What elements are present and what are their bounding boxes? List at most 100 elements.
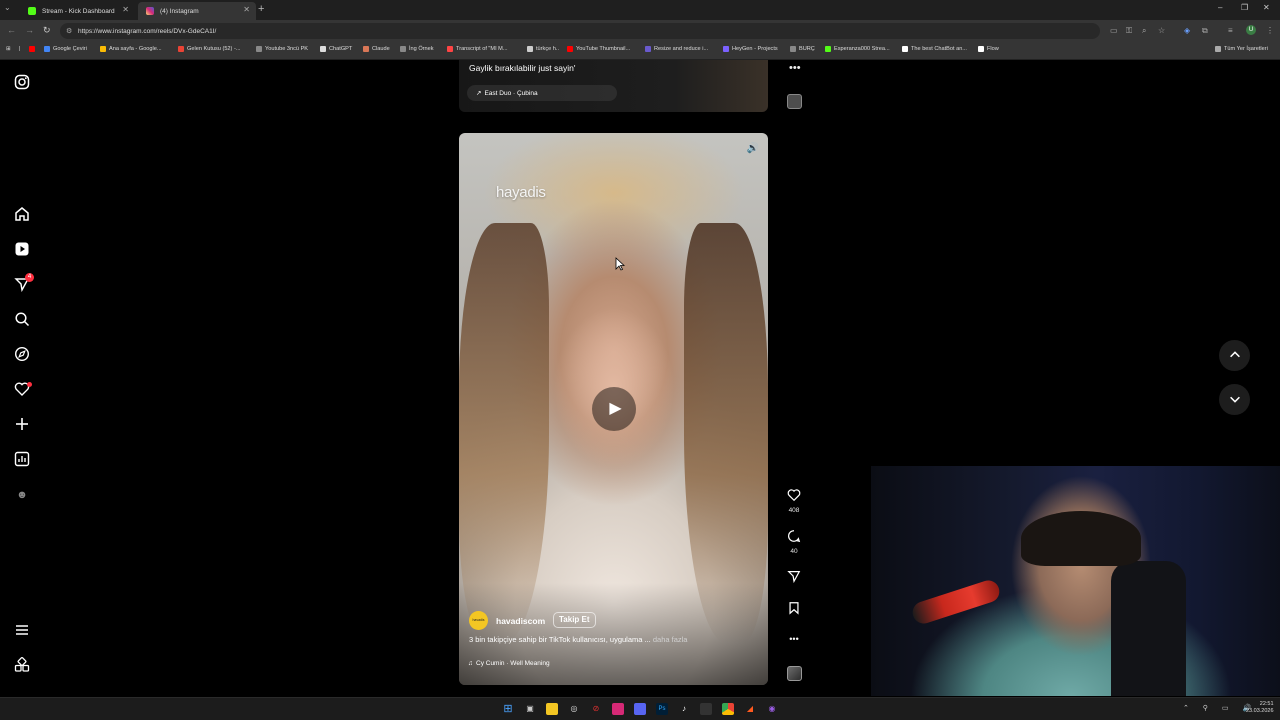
clock-time: 22:51 <box>1259 701 1274 707</box>
app-icon[interactable]: ◎ <box>568 703 580 715</box>
bookmark-heygen[interactable]: HeyGen - Projects <box>723 46 778 52</box>
forward-icon[interactable]: → <box>25 25 34 35</box>
bookmark-resize[interactable]: Resize and reduce i... <box>645 46 708 52</box>
author-username[interactable]: havadiscom <box>496 616 545 626</box>
address-bar-row: ← → ↻ ⚙ https://www.instagram.com/reels/… <box>0 20 1280 42</box>
app-icon[interactable]: ◢ <box>744 703 756 715</box>
mouse-cursor-icon <box>615 257 626 274</box>
save-button[interactable] <box>784 601 804 618</box>
close-window-button[interactable]: ✕ <box>1263 3 1270 12</box>
cast-icon[interactable]: ▭ <box>1110 26 1118 35</box>
browser-menu-icon[interactable]: ⋮ <box>1266 26 1274 35</box>
explore-icon[interactable] <box>13 346 31 364</box>
profile-avatar[interactable]: U <box>1246 25 1256 35</box>
previous-reel-more-icon[interactable]: ••• <box>789 62 801 74</box>
taskbar-clock[interactable]: 22:51 23.03.2026 <box>1246 701 1274 715</box>
previous-reel-caption: Gaylik bırakılabilir just sayin' <box>469 63 576 73</box>
reels-icon[interactable] <box>13 241 31 259</box>
comment-icon <box>784 529 804 546</box>
notifications-dot <box>27 382 32 387</box>
bookmark-turkce[interactable]: türkçe h.. <box>527 46 559 52</box>
obs-icon[interactable]: ◉ <box>766 703 778 715</box>
bookmark-chatbot[interactable]: The best ChatBot an... <box>902 46 967 52</box>
bookmark-ing-ornek[interactable]: İng Örnek <box>400 46 434 52</box>
youtube-bookmark-icon[interactable] <box>29 46 38 52</box>
bookmark-burc[interactable]: BURÇ <box>790 46 815 52</box>
previous-reel[interactable]: Gaylik bırakılabilir just sayin' ↗ East … <box>459 60 768 112</box>
bookmark-star-icon[interactable]: ☆ <box>1158 26 1165 35</box>
author-avatar[interactable]: havadis <box>469 611 488 630</box>
bookmark-youtube-thumbnail[interactable]: YouTube Thumbnail... <box>567 46 630 52</box>
url-input[interactable]: ⚙ https://www.instagram.com/reels/DVx-Gd… <box>60 23 1100 39</box>
downloads-icon[interactable]: ≡ <box>1228 26 1233 35</box>
create-icon[interactable] <box>13 416 31 434</box>
tab-search-icon[interactable]: ⌄ <box>4 3 11 12</box>
reel-video[interactable]: hayadis 🔊 ▶ havadis havadiscom Takip Et … <box>459 133 768 685</box>
password-key-icon[interactable]: ⚿ <box>1126 26 1132 36</box>
all-bookmarks-folder[interactable]: Tüm Yer İşaretleri <box>1215 46 1268 52</box>
bookmark-youtube-pk[interactable]: Youtube 3ncü PK <box>256 46 308 52</box>
audio-arrow-icon: ↗ <box>476 90 482 97</box>
follow-button[interactable]: Takip Et <box>553 612 596 628</box>
tiktok-icon[interactable]: ♪ <box>678 703 690 715</box>
next-reel-button[interactable] <box>1219 384 1250 415</box>
site-info-icon[interactable]: ⚙ <box>66 27 72 35</box>
caption-more-link[interactable]: daha fazla <box>653 635 688 644</box>
instagram-logo-icon[interactable] <box>13 74 31 92</box>
dashboard-icon[interactable] <box>13 451 31 469</box>
new-tab-button[interactable]: + <box>258 3 264 15</box>
previous-reel-audio-thumbnail[interactable] <box>787 94 802 109</box>
comment-count: 40 <box>790 548 798 555</box>
reel-caption[interactable]: 3 bin takipçiye sahip bir TikTok kullanı… <box>469 635 687 644</box>
extension-icon[interactable]: ◈ <box>1184 26 1190 35</box>
bookmark-gmail[interactable]: Gelen Kutusu (52) -... <box>178 46 240 52</box>
photoshop-icon[interactable]: Ps <box>656 703 668 715</box>
tab-kick-dashboard[interactable]: Stream - Kick Dashboard ✕ <box>20 2 135 20</box>
reel-bottom-shade <box>459 583 768 685</box>
task-view-icon[interactable]: ▣ <box>524 703 536 715</box>
also-from-meta-icon[interactable] <box>13 657 31 675</box>
profile-icon[interactable]: ☻ <box>13 486 31 504</box>
back-icon[interactable]: ← <box>7 25 16 35</box>
bookmark-google-home[interactable]: Ana sayfa - Google... <box>100 46 162 52</box>
bookmark-chatgpt[interactable]: ChatGPT <box>320 46 352 52</box>
app-icon[interactable]: ⊘ <box>590 703 602 715</box>
minimize-button[interactable]: – <box>1218 3 1222 12</box>
tab-instagram[interactable]: (4) Instagram ✕ <box>138 2 256 20</box>
previous-reel-audio[interactable]: ↗ East Duo · Çubina <box>467 85 617 101</box>
instagram-app-icon[interactable] <box>612 703 624 715</box>
app-icon[interactable] <box>700 703 712 715</box>
music-note-icon: ♫ <box>468 660 473 667</box>
zoom-icon[interactable]: ⌕ <box>1142 26 1146 36</box>
home-icon[interactable] <box>13 206 31 224</box>
bookmark-transcript[interactable]: Transcript of "MI M... <box>447 46 508 52</box>
more-options-icon[interactable]: ••• <box>784 634 804 644</box>
bookmark-flow[interactable]: Flow <box>978 46 999 52</box>
close-tab-icon[interactable]: ✕ <box>122 5 129 14</box>
windows-start-icon[interactable]: ⊞ <box>502 703 514 715</box>
share-button[interactable] <box>784 569 804 586</box>
file-explorer-icon[interactable] <box>546 703 558 715</box>
chrome-icon[interactable] <box>722 703 734 715</box>
bookmark-google-ceviri[interactable]: Google Çeviri <box>44 46 87 52</box>
apps-grid-icon[interactable]: ⊞ <box>6 46 11 52</box>
reel-audio-thumbnail[interactable] <box>787 666 802 681</box>
extensions-puzzle-icon[interactable]: ⧉ <box>1202 26 1208 36</box>
more-menu-icon[interactable] <box>13 622 31 640</box>
reload-icon[interactable]: ↻ <box>43 25 51 36</box>
maximize-button[interactable]: ❐ <box>1241 3 1248 12</box>
reel-audio[interactable]: ♫ Cy Cumin · Well Meaning <box>468 660 550 667</box>
previous-reel-button[interactable] <box>1219 340 1250 371</box>
like-button[interactable]: 408 <box>784 488 804 514</box>
play-button[interactable]: ▶ <box>592 387 636 431</box>
comment-button[interactable]: 40 <box>784 529 804 555</box>
discord-icon[interactable] <box>634 703 646 715</box>
video-frame-shape <box>459 223 549 643</box>
share-icon <box>784 569 804 586</box>
mute-toggle-icon[interactable]: 🔊 <box>746 142 760 156</box>
bookmark-claude[interactable]: Claude <box>363 46 390 52</box>
video-frame-shape <box>684 223 768 643</box>
bookmark-esperanza[interactable]: Esperanza000 Strea... <box>825 46 890 52</box>
close-tab-icon[interactable]: ✕ <box>243 5 250 14</box>
search-icon[interactable] <box>13 311 31 329</box>
